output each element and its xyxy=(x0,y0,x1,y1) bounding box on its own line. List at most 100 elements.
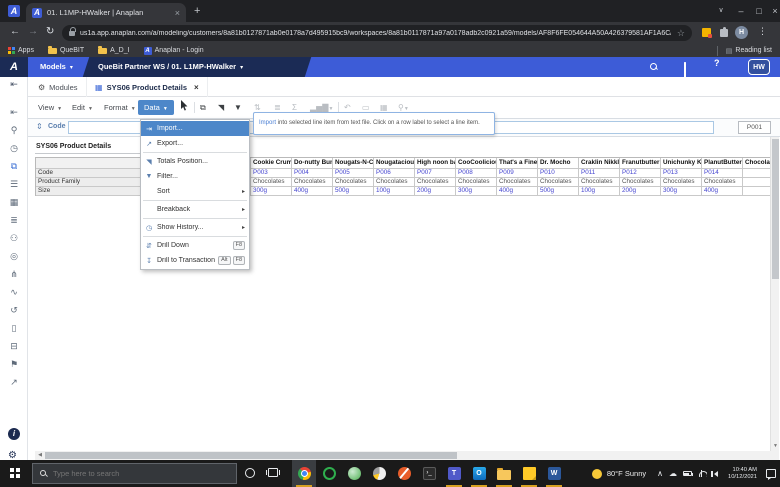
grid-cell[interactable]: Chocolates xyxy=(251,178,292,187)
line-items-icon[interactable]: ≣ xyxy=(0,211,28,229)
new-tab-button[interactable]: + xyxy=(194,6,200,17)
edit-menu-button[interactable]: Edit ▼ xyxy=(72,100,93,115)
grid-cell[interactable]: 500g xyxy=(538,187,579,196)
vertical-scrollbar[interactable]: ▼ xyxy=(770,137,779,452)
grid-cell[interactable]: 200g xyxy=(620,187,661,196)
grid-cell[interactable] xyxy=(743,187,771,196)
column-header-high-noon-bar[interactable]: High noon bar xyxy=(415,158,456,169)
grid-cell[interactable] xyxy=(743,178,771,187)
open-source-icon[interactable]: ⧉ xyxy=(200,100,206,115)
anaplan-logo[interactable]: A xyxy=(0,57,28,77)
tab-close-icon[interactable]: × xyxy=(175,8,180,18)
address-bar[interactable]: us1a.app.anaplan.com/a/modeling/customer… xyxy=(62,25,692,41)
active-module-tab[interactable]: ▦ SYS06 Product Details × xyxy=(86,77,208,97)
column-header-that-s-a-fine-h[interactable]: That's a Fine H xyxy=(497,158,538,169)
window-close-button[interactable]: × xyxy=(766,0,780,22)
browser-profile-avatar[interactable]: H xyxy=(735,26,748,39)
browser-menu-icon[interactable]: ⋮ xyxy=(758,26,767,37)
window-minimize-button[interactable]: – xyxy=(732,0,750,22)
extension-icon[interactable] xyxy=(702,28,712,38)
grid-cell[interactable]: Chocolates xyxy=(538,178,579,187)
menu-item-sort[interactable]: Sort ▸ xyxy=(141,184,249,199)
column-header-nougatacious[interactable]: Nougatacious xyxy=(374,158,415,169)
view-menu-button[interactable]: View ▼ xyxy=(38,100,62,115)
menu-item-export[interactable]: ↗ Export... xyxy=(141,136,249,151)
grid-cell[interactable] xyxy=(743,169,771,178)
menu-item-import[interactable]: ⇥ Import... xyxy=(141,121,249,136)
data-menu-button[interactable]: Data ▼ xyxy=(138,100,174,115)
grid-cell[interactable]: 200g xyxy=(415,187,456,196)
lock-icon[interactable] xyxy=(69,26,76,36)
models-menu[interactable]: Models ▾ xyxy=(40,57,73,77)
menu-item-show-history[interactable]: ◷ Show History... ▸ xyxy=(141,220,249,235)
grid-cell[interactable]: 500g xyxy=(333,187,374,196)
browser-tab[interactable]: A 01. L1MP-HWalker | Anaplan × xyxy=(26,3,186,22)
grid-cell[interactable]: Chocolates xyxy=(292,178,333,187)
help-icon[interactable]: ? xyxy=(714,58,720,68)
grid-cell[interactable]: Chocolates xyxy=(456,178,497,187)
column-header-chocolate[interactable]: Chocolate xyxy=(743,158,771,169)
reload-button[interactable]: ↻ xyxy=(46,26,54,37)
taskbar-clock[interactable]: 10:40 AM 10/12/2021 xyxy=(728,467,757,481)
taskbar-app-orange-marker-app[interactable] xyxy=(392,460,416,487)
weather-label[interactable]: 80°F Sunny xyxy=(607,469,646,478)
taskbar-app-pie-chart-app[interactable] xyxy=(367,460,391,487)
column-header-dr-mocho[interactable]: Dr. Mocho xyxy=(538,158,579,169)
grid-cell[interactable]: P006 xyxy=(374,169,415,178)
taskbar-app-green-globe-app[interactable] xyxy=(342,460,366,487)
scroll-down-arrow[interactable]: ▼ xyxy=(771,443,780,449)
search-icon[interactable]: ⚲ xyxy=(0,121,28,139)
workspace-selector[interactable]: QueBit Partner WS / 01. L1MP-HWalker ▾ xyxy=(98,57,243,77)
forward-button[interactable]: → xyxy=(28,26,38,37)
tab-search-icon[interactable]: ∨ xyxy=(712,0,730,22)
bookmark-quebit[interactable]: QueBIT xyxy=(47,45,84,54)
list-icon[interactable]: ☰ xyxy=(0,175,28,193)
action-center-icon[interactable] xyxy=(766,469,776,480)
grid-cell[interactable]: P007 xyxy=(415,169,456,178)
grid-cell[interactable]: Chocolates xyxy=(374,178,415,187)
grid-cell[interactable]: 100g xyxy=(579,187,620,196)
horizontal-scrollbar-thumb[interactable] xyxy=(45,452,457,459)
bookmark-icon[interactable]: ⚑ xyxy=(0,355,28,373)
onedrive-cloud-icon[interactable]: ☁ xyxy=(669,469,677,478)
taskbar-app-green-ring-app[interactable] xyxy=(317,460,341,487)
taskbar-app-word[interactable]: W xyxy=(542,460,566,487)
grid-cell[interactable]: 300g xyxy=(251,187,292,196)
grid-cell[interactable]: P005 xyxy=(333,169,374,178)
restore-icon[interactable]: ↺ xyxy=(0,301,28,319)
reading-list-button[interactable]: ▤ Reading list xyxy=(716,45,772,56)
column-header-unichunky-kri[interactable]: Unichunky Kri xyxy=(661,158,702,169)
grid-cell[interactable]: P011 xyxy=(579,169,620,178)
weather-sun-icon[interactable] xyxy=(591,468,602,479)
close-tab-icon[interactable]: × xyxy=(194,83,199,92)
column-header-franutbutter-k[interactable]: Franutbutter K xyxy=(620,158,661,169)
battery-icon[interactable] xyxy=(682,471,693,476)
taskbar-app-teams[interactable]: T xyxy=(442,460,466,487)
task-view-icon[interactable] xyxy=(266,468,280,477)
history-icon[interactable]: ◷ xyxy=(0,139,28,157)
pages-icon[interactable]: ⧉ xyxy=(0,157,28,175)
menu-item-drill-down[interactable]: ⇵ Drill Down F8 xyxy=(141,238,249,253)
totals-icon[interactable]: ◥ xyxy=(218,100,224,115)
taskbar-app-outlook[interactable]: O xyxy=(467,460,491,487)
column-header-craklin-nikklin[interactable]: Craklin Nikklin xyxy=(579,158,620,169)
column-header-planutbutter-k[interactable]: PlanutButter K xyxy=(702,158,743,169)
bookmark-a-d-i[interactable]: A_D_I xyxy=(98,45,130,54)
grid-cell[interactable]: Chocolates xyxy=(415,178,456,187)
grid-cell[interactable]: Chocolates xyxy=(661,178,702,187)
actions-icon[interactable]: ◎ xyxy=(0,247,28,265)
vertical-scrollbar-thumb[interactable] xyxy=(772,139,779,279)
bookmark-apps[interactable]: Apps xyxy=(8,47,34,54)
grid-cell[interactable]: P010 xyxy=(538,169,579,178)
taskbar-search[interactable] xyxy=(32,463,237,484)
network-icon[interactable] xyxy=(698,470,707,477)
column-header-cookie-crumb[interactable]: Cookie Crumb xyxy=(251,158,292,169)
grid-cell[interactable]: P012 xyxy=(620,169,661,178)
grid-cell[interactable]: 400g xyxy=(702,187,743,196)
grid-cell[interactable]: P013 xyxy=(661,169,702,178)
grid-cell[interactable]: 400g xyxy=(497,187,538,196)
sidebar-toggle-icon[interactable]: ⇤ xyxy=(0,79,28,90)
taskbar-app-sticky-notes[interactable] xyxy=(517,460,541,487)
bookmark-star-icon[interactable]: ☆ xyxy=(677,28,685,39)
collapse-panel-icon[interactable]: ⇤ xyxy=(0,103,28,121)
